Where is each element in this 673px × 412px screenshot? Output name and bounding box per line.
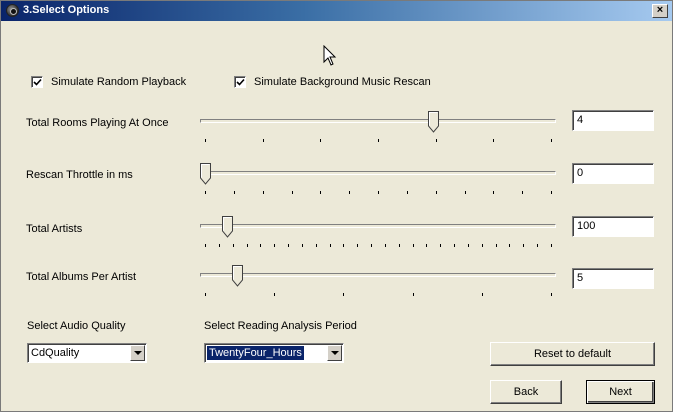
slider-tick bbox=[435, 139, 437, 142]
checkmark-icon bbox=[33, 78, 42, 86]
total-artists-slider[interactable] bbox=[200, 216, 556, 252]
slider-tick bbox=[551, 244, 552, 247]
slider-tick bbox=[349, 191, 351, 194]
slider-tick bbox=[537, 244, 539, 247]
slider-tick bbox=[218, 244, 220, 247]
total-albums-input[interactable]: 5 bbox=[572, 268, 654, 289]
slider-tick bbox=[205, 293, 206, 296]
slider-tick bbox=[357, 244, 359, 247]
audio-quality-value: CdQuality bbox=[31, 347, 80, 359]
slider-tick bbox=[412, 244, 414, 247]
slider-tick bbox=[205, 244, 206, 247]
slider-tick bbox=[291, 191, 293, 194]
checkbox-box[interactable] bbox=[234, 76, 246, 88]
window-title: 3.Select Options bbox=[23, 4, 110, 16]
slider-tick bbox=[232, 244, 234, 247]
simulate-background-rescan-checkbox[interactable]: Simulate Background Music Rescan bbox=[234, 76, 431, 88]
slider-tick bbox=[315, 244, 317, 247]
checkmark-icon bbox=[236, 78, 245, 86]
checkbox-box[interactable] bbox=[31, 76, 43, 88]
slider-tick bbox=[233, 191, 235, 194]
slider-tick bbox=[320, 191, 322, 194]
slider-tick bbox=[260, 244, 262, 247]
dropdown-arrow-icon[interactable] bbox=[327, 345, 342, 361]
total-rooms-input[interactable]: 4 bbox=[572, 110, 654, 131]
slider-track[interactable] bbox=[200, 171, 556, 175]
total-albums-slider[interactable] bbox=[200, 265, 556, 301]
slider-tick bbox=[551, 139, 552, 142]
slider-tick bbox=[522, 191, 524, 194]
slider-thumb[interactable] bbox=[199, 163, 211, 185]
slider-tick bbox=[551, 191, 552, 194]
rescan-throttle-label: Rescan Throttle in ms bbox=[26, 169, 133, 181]
slider-tick bbox=[371, 244, 373, 247]
total-rooms-label: Total Rooms Playing At Once bbox=[26, 117, 169, 129]
back-button[interactable]: Back bbox=[490, 380, 562, 404]
slider-tick bbox=[288, 244, 290, 247]
slider-tick bbox=[205, 191, 206, 194]
select-options-window: 3.Select Options × Simulate Random Playb… bbox=[0, 0, 673, 412]
total-artists-label: Total Artists bbox=[26, 223, 83, 235]
slider-thumb[interactable] bbox=[232, 265, 244, 287]
slider-tick bbox=[329, 244, 331, 247]
slider-tick bbox=[412, 293, 414, 296]
simulate-background-rescan-label: Simulate Background Music Rescan bbox=[254, 76, 431, 88]
slider-tick bbox=[274, 293, 276, 296]
close-button[interactable]: × bbox=[652, 4, 668, 18]
slider-tick bbox=[262, 191, 264, 194]
simulate-random-playback-label: Simulate Random Playback bbox=[51, 76, 187, 88]
total-artists-input[interactable]: 100 bbox=[572, 216, 654, 237]
slider-tick bbox=[384, 244, 386, 247]
slider-tick bbox=[343, 293, 345, 296]
slider-tick bbox=[320, 139, 322, 142]
simulate-random-playback-checkbox[interactable]: Simulate Random Playback bbox=[31, 76, 186, 88]
total-albums-label: Total Albums Per Artist bbox=[26, 271, 137, 283]
slider-tick bbox=[493, 191, 495, 194]
title-bar[interactable]: 3.Select Options × bbox=[1, 1, 672, 21]
audio-quality-select[interactable]: CdQuality bbox=[27, 343, 147, 363]
slider-tick bbox=[378, 139, 379, 142]
slider-track[interactable] bbox=[200, 119, 556, 123]
slider-tick bbox=[406, 191, 408, 194]
reset-to-default-button[interactable]: Reset to default bbox=[490, 342, 655, 366]
slider-tick bbox=[246, 244, 248, 247]
app-icon bbox=[6, 4, 19, 17]
reading-period-value: TwentyFour_Hours bbox=[207, 346, 304, 360]
slider-tick bbox=[398, 244, 400, 247]
slider-tick bbox=[378, 191, 379, 194]
next-button[interactable]: Next bbox=[586, 380, 655, 404]
slider-track[interactable] bbox=[200, 224, 556, 228]
dropdown-arrow-icon[interactable] bbox=[130, 345, 145, 361]
slider-tick bbox=[493, 139, 495, 142]
slider-tick bbox=[495, 244, 497, 247]
slider-tick bbox=[440, 244, 442, 247]
mouse-cursor-icon bbox=[323, 45, 337, 66]
reading-period-select[interactable]: TwentyFour_Hours bbox=[204, 343, 344, 363]
slider-tick bbox=[454, 244, 456, 247]
rescan-throttle-slider[interactable] bbox=[199, 163, 556, 199]
slider-tick bbox=[481, 293, 483, 296]
slider-tick bbox=[343, 244, 345, 247]
rescan-throttle-input[interactable]: 0 bbox=[572, 163, 654, 184]
slider-tick bbox=[435, 191, 437, 194]
slider-tick bbox=[262, 139, 264, 142]
audio-quality-label: Select Audio Quality bbox=[27, 320, 126, 332]
slider-tick bbox=[481, 244, 483, 247]
slider-tick bbox=[205, 139, 206, 142]
slider-tick bbox=[274, 244, 276, 247]
slider-tick bbox=[551, 293, 552, 296]
slider-track[interactable] bbox=[200, 273, 556, 277]
slider-tick bbox=[464, 191, 466, 194]
slider-tick bbox=[523, 244, 525, 247]
slider-tick bbox=[509, 244, 511, 247]
slider-thumb[interactable] bbox=[427, 111, 439, 133]
total-rooms-slider[interactable] bbox=[200, 111, 556, 147]
slider-thumb[interactable] bbox=[221, 216, 233, 238]
slider-tick bbox=[467, 244, 469, 247]
reading-period-label: Select Reading Analysis Period bbox=[204, 320, 357, 332]
slider-tick bbox=[301, 244, 303, 247]
slider-tick bbox=[426, 244, 428, 247]
